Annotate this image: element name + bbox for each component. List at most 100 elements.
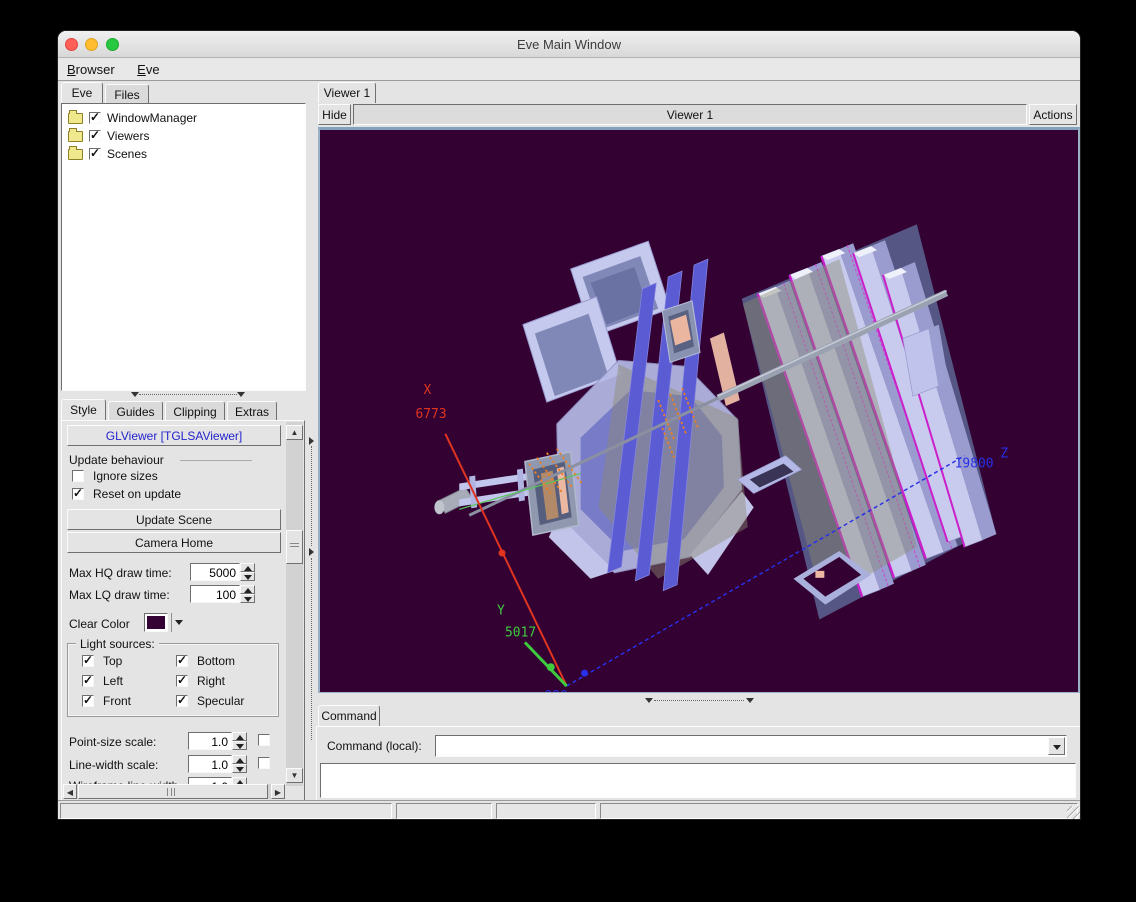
spin-up-icon[interactable] (236, 758, 244, 763)
spin-up-icon[interactable] (244, 566, 252, 571)
title-bar[interactable]: Eve Main Window (58, 31, 1080, 58)
tab-clipping[interactable]: Clipping (165, 401, 225, 420)
line-width-field[interactable]: 1.0 (188, 755, 232, 773)
eve-tree-panel: WindowManager Viewers Scenes (61, 103, 306, 391)
tree-item-label[interactable]: WindowManager (107, 111, 197, 125)
actions-button[interactable]: Actions (1029, 104, 1077, 125)
light-front-checkbox[interactable] (82, 695, 94, 707)
light-right-label[interactable]: Right (197, 674, 225, 688)
x-axis-value: 6773 (415, 407, 446, 422)
style-vertical-scrollbar[interactable]: ▲ ▼ (286, 422, 303, 786)
y-axis-value: 5017 (505, 625, 536, 640)
tree-item-checkbox[interactable] (89, 130, 101, 142)
chevron-down-icon (645, 698, 653, 703)
left-horizontal-splitter[interactable] (61, 391, 303, 398)
detector-model (434, 224, 996, 619)
viewer-horizontal-splitter[interactable] (318, 697, 1080, 704)
status-segment (600, 803, 1078, 819)
clear-color-dropdown[interactable] (171, 613, 184, 632)
tab-command[interactable]: Command (318, 705, 380, 726)
tab-viewer-1[interactable]: Viewer 1 (318, 82, 376, 103)
menu-bar: Browser Eve (58, 59, 1080, 81)
style-panel-content: GLViewer [TGLSAViewer] Update behaviour … (62, 421, 286, 786)
spin-up-icon[interactable] (244, 588, 252, 593)
update-scene-button[interactable]: Update Scene (67, 509, 281, 530)
splitter-dotted-line (139, 394, 237, 395)
tree-item-viewers[interactable]: Viewers (66, 128, 305, 146)
tab-guides[interactable]: Guides (108, 401, 163, 420)
tree-item-checkbox[interactable] (89, 148, 101, 160)
light-left-checkbox[interactable] (82, 675, 94, 687)
status-bar (58, 800, 1081, 820)
main-vertical-splitter[interactable] (308, 80, 316, 801)
light-bottom-label[interactable]: Bottom (197, 654, 235, 668)
light-front-label[interactable]: Front (103, 694, 131, 708)
light-specular-checkbox[interactable] (176, 695, 188, 707)
command-dropdown-button[interactable] (1048, 737, 1065, 755)
line-width-spinner[interactable] (232, 755, 247, 773)
menu-eve[interactable]: Eve (128, 59, 168, 77)
glviewer-button[interactable]: GLViewer [TGLSAViewer] (67, 425, 281, 446)
tree-item-label[interactable]: Scenes (107, 147, 147, 161)
reset-on-update-checkbox[interactable] (72, 488, 84, 500)
eve-main-window: Eve Main Window Browser Eve Eve Files Wi… (57, 30, 1081, 820)
spin-down-icon[interactable] (244, 597, 252, 602)
spin-down-icon[interactable] (244, 575, 252, 580)
tree-item-windowmanager[interactable]: WindowManager (66, 110, 305, 128)
max-lq-spinner[interactable] (240, 585, 255, 603)
tab-style[interactable]: Style (61, 399, 106, 420)
point-size-field[interactable]: 1.0 (188, 732, 232, 750)
tab-files[interactable]: Files (105, 84, 149, 103)
chevron-down-icon (131, 392, 139, 397)
line-width-checkbox[interactable] (258, 757, 270, 769)
ignore-sizes-checkbox[interactable] (72, 470, 84, 482)
chevron-right-icon (309, 437, 314, 445)
point-size-checkbox[interactable] (258, 734, 270, 746)
clear-color-label: Clear Color (69, 617, 130, 631)
z-axis-value: 19800 (955, 457, 994, 472)
tree-item-label[interactable]: Viewers (107, 129, 149, 143)
tab-extras[interactable]: Extras (227, 401, 277, 420)
scroll-down-icon[interactable]: ▼ (286, 768, 303, 783)
tree-item-scenes[interactable]: Scenes (66, 146, 305, 164)
scrollbar-thumb[interactable] (78, 784, 268, 799)
style-horizontal-scrollbar[interactable]: ◀ ▶ (63, 784, 285, 799)
light-bottom-checkbox[interactable] (176, 655, 188, 667)
menu-browser[interactable]: Browser (58, 59, 124, 77)
command-output-area[interactable] (320, 763, 1076, 798)
scroll-left-icon[interactable]: ◀ (63, 784, 77, 799)
splitter-dotted-line (654, 700, 744, 701)
light-right-checkbox[interactable] (176, 675, 188, 687)
spin-up-icon[interactable] (236, 735, 244, 740)
ignore-sizes-label[interactable]: Ignore sizes (93, 469, 158, 483)
viewer-title-bar[interactable]: Viewer 1 (353, 104, 1027, 125)
gl-viewport[interactable]: X 6773 Y 5017 Z 19800 -920 (318, 127, 1080, 693)
spin-down-icon[interactable] (236, 767, 244, 772)
z-axis-label: Z (1000, 447, 1008, 462)
scroll-up-icon[interactable]: ▲ (286, 425, 303, 440)
reset-on-update-label[interactable]: Reset on update (93, 487, 181, 501)
light-specular-label[interactable]: Specular (197, 694, 244, 708)
light-top-label[interactable]: Top (103, 654, 122, 668)
spin-down-icon[interactable] (236, 744, 244, 749)
tab-eve[interactable]: Eve (61, 82, 103, 103)
point-size-spinner[interactable] (232, 732, 247, 750)
light-top-checkbox[interactable] (82, 655, 94, 667)
chevron-down-icon (1053, 745, 1061, 750)
hide-button[interactable]: Hide (318, 104, 351, 125)
max-lq-field[interactable]: 100 (190, 585, 240, 603)
clear-color-swatch[interactable] (144, 613, 168, 632)
scrollbar-thumb[interactable] (286, 530, 303, 564)
splitter-dotted-line (311, 446, 312, 546)
max-hq-spinner[interactable] (240, 563, 255, 581)
light-sources-group: Light sources: Top Bottom Left Right Fro… (67, 643, 279, 717)
light-left-label[interactable]: Left (103, 674, 123, 688)
tree-item-checkbox[interactable] (89, 112, 101, 124)
resize-grip-icon[interactable] (1067, 806, 1080, 819)
camera-home-button[interactable]: Camera Home (67, 532, 281, 553)
scroll-right-icon[interactable]: ▶ (271, 784, 285, 799)
splitter-dotted-line (311, 558, 312, 740)
command-combobox[interactable] (435, 735, 1067, 757)
gl-scene[interactable]: X 6773 Y 5017 Z 19800 -920 (320, 130, 1078, 692)
max-hq-field[interactable]: 5000 (190, 563, 240, 581)
